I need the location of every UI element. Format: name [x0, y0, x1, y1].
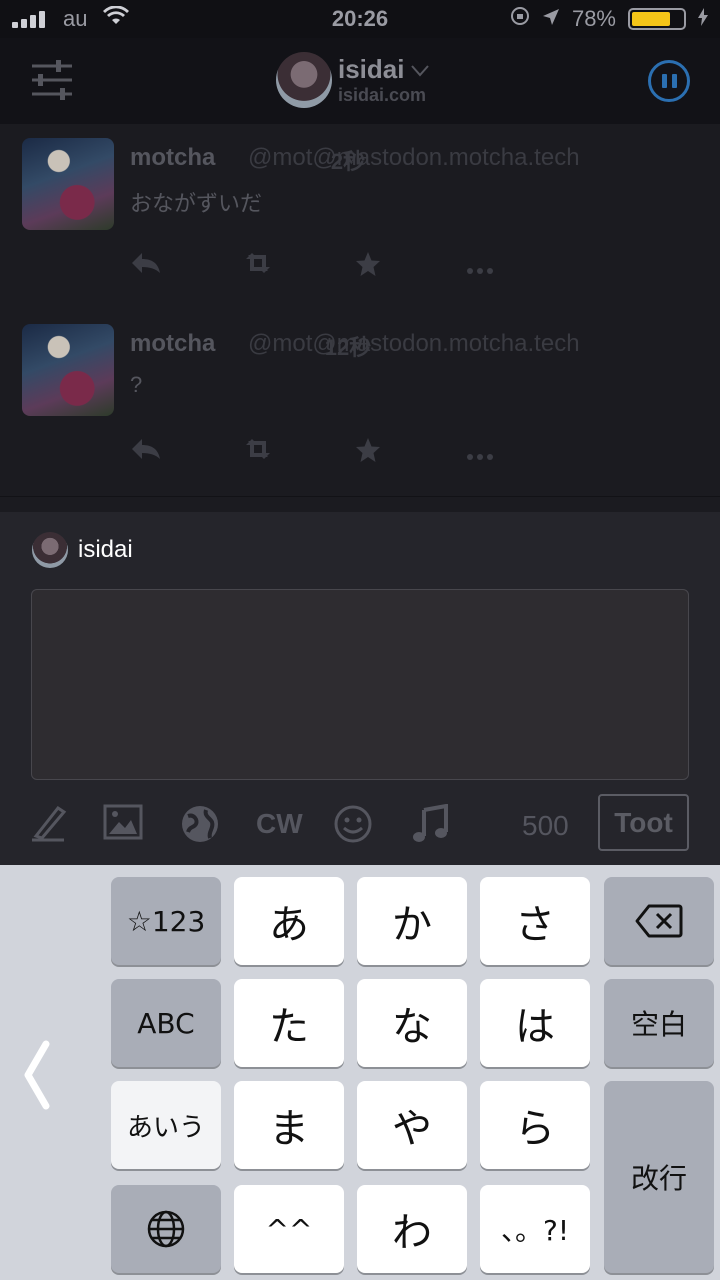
toot-button[interactable]: Toot [598, 794, 689, 851]
app-header: isidai isidai.com [0, 38, 720, 125]
key-na[interactable]: な [357, 979, 467, 1067]
compose-toolbar: CW 500 Toot [0, 794, 720, 854]
key-punctuation[interactable]: 、。?! [480, 1185, 590, 1273]
key-wa[interactable]: わ [357, 1185, 467, 1273]
key-ta[interactable]: た [234, 979, 344, 1067]
pause-icon-bar [671, 74, 677, 88]
status-actions [130, 250, 578, 285]
key-kana-mode[interactable]: あいう [111, 1081, 221, 1169]
key-return[interactable]: 改行 [604, 1081, 714, 1273]
key-ma[interactable]: ま [234, 1081, 344, 1169]
orientation-lock-icon [510, 6, 530, 32]
reply-icon[interactable] [130, 436, 242, 471]
status-actions [130, 436, 578, 471]
chevron-left-icon[interactable] [22, 1040, 50, 1127]
status-time: 12秒 [324, 335, 372, 360]
status-bar: au 20:26 78% [0, 0, 720, 38]
smile-icon[interactable] [333, 804, 373, 844]
reply-icon[interactable] [130, 250, 242, 285]
compose-textarea[interactable] [31, 589, 689, 780]
image-icon[interactable] [103, 804, 143, 844]
boost-icon[interactable] [242, 250, 354, 285]
compose-account-name: isidai [78, 536, 133, 563]
key-kaomoji[interactable]: ^^ [234, 1185, 344, 1273]
compose-account: isidai [32, 532, 133, 568]
status-content: ? [130, 372, 143, 397]
timeline-status[interactable]: motcha @mot@mastodon.motcha.tech 2秒 おながず… [0, 124, 720, 311]
key-ya[interactable]: や [357, 1081, 467, 1169]
key-sa[interactable]: さ [480, 877, 590, 965]
key-space[interactable]: 空白 [604, 979, 714, 1067]
pause-button[interactable] [648, 60, 690, 102]
avatar [32, 532, 68, 568]
pen-icon[interactable] [28, 804, 68, 844]
key-a[interactable]: あ [234, 877, 344, 965]
account-name: isidai [338, 54, 405, 84]
pause-icon [661, 74, 667, 88]
chevron-down-icon [410, 56, 430, 82]
avatar [276, 52, 332, 108]
character-counter: 500 [522, 810, 569, 841]
charging-icon [698, 6, 708, 32]
account-domain: isidai.com [338, 85, 427, 105]
delete-icon [635, 904, 683, 938]
key-abc[interactable]: ABC [111, 979, 221, 1067]
key-symbols[interactable]: ☆123 [111, 877, 221, 965]
key-delete[interactable] [604, 877, 714, 965]
favourite-icon[interactable] [354, 436, 466, 471]
compose-panel: isidai CW 500 Toot [0, 512, 720, 865]
key-ka[interactable]: か [357, 877, 467, 965]
key-globe[interactable] [111, 1185, 221, 1273]
key-ra[interactable]: ら [480, 1081, 590, 1169]
timeline-status[interactable]: motcha @mot@mastodon.motcha.tech 12秒 ? [0, 310, 720, 497]
location-icon [542, 6, 560, 32]
tune-icon[interactable] [30, 58, 74, 102]
globe-icon[interactable] [180, 804, 220, 844]
more-icon[interactable] [466, 250, 578, 285]
globe-icon [147, 1210, 185, 1248]
favourite-icon[interactable] [354, 250, 466, 285]
status-time: 2秒 [330, 149, 366, 174]
status-right: 78% [510, 6, 708, 32]
cw-icon[interactable]: CW [256, 804, 303, 844]
more-icon[interactable] [466, 436, 578, 471]
battery-percent: 78% [571, 6, 616, 31]
music-icon[interactable] [410, 803, 450, 844]
status-content: おながずいだ [130, 191, 263, 216]
boost-icon[interactable] [242, 436, 354, 471]
software-keyboard: ☆123 あ か さ ABC た な は 空白 あいう ま や ら 改行 ^^ … [0, 865, 720, 1280]
battery-icon [628, 8, 686, 30]
account-switcher[interactable]: isidai isidai.com [276, 52, 430, 108]
key-ha[interactable]: は [480, 979, 590, 1067]
